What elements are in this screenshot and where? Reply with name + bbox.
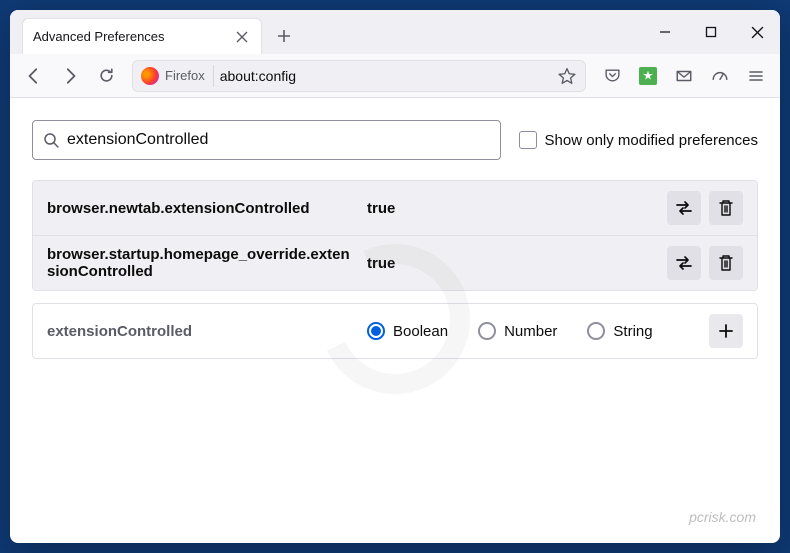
back-button[interactable] — [18, 60, 50, 92]
delete-button[interactable] — [709, 191, 743, 225]
inbox-icon[interactable] — [668, 60, 700, 92]
checkbox-icon — [519, 131, 537, 149]
radio-number[interactable]: Number — [478, 322, 557, 340]
new-pref-name: extensionControlled — [47, 323, 357, 340]
radio-label: Number — [504, 323, 557, 340]
pref-table: browser.newtab.extensionControlled true … — [32, 180, 758, 291]
close-tab-icon[interactable] — [233, 28, 251, 46]
identity-label: Firefox — [165, 68, 205, 83]
about-config-content: Show only modified preferences browser.n… — [10, 98, 780, 543]
tab-title: Advanced Preferences — [33, 29, 225, 44]
bookmark-star-icon[interactable] — [553, 62, 581, 90]
new-pref-row: extensionControlled Boolean Number Strin… — [33, 304, 757, 358]
pref-name: browser.newtab.extensionControlled — [47, 200, 357, 217]
pref-value: true — [367, 200, 657, 217]
dashboard-icon[interactable] — [704, 60, 736, 92]
minimize-button[interactable] — [642, 10, 688, 54]
radio-label: String — [613, 323, 652, 340]
nav-toolbar: Firefox about:config — [10, 54, 780, 98]
firefox-logo-icon — [141, 67, 159, 85]
new-tab-button[interactable] — [268, 20, 300, 52]
add-button[interactable] — [709, 314, 743, 348]
pref-actions — [667, 246, 743, 280]
identity-box[interactable]: Firefox — [137, 65, 214, 87]
radio-string[interactable]: String — [587, 322, 652, 340]
url-bar[interactable]: Firefox about:config — [132, 60, 586, 92]
delete-button[interactable] — [709, 246, 743, 280]
radio-icon — [478, 322, 496, 340]
radio-boolean[interactable]: Boolean — [367, 322, 448, 340]
reload-button[interactable] — [90, 60, 122, 92]
search-icon — [43, 132, 59, 148]
pref-actions — [709, 314, 743, 348]
pref-search-input[interactable] — [67, 131, 490, 149]
pref-actions — [667, 191, 743, 225]
close-window-button[interactable] — [734, 10, 780, 54]
pref-row[interactable]: browser.startup.homepage_override.extens… — [33, 236, 757, 290]
app-menu-button[interactable] — [740, 60, 772, 92]
browser-window: Advanced Preferences — [10, 10, 780, 543]
url-text: about:config — [220, 68, 547, 84]
window-controls — [642, 10, 780, 54]
search-row: Show only modified preferences — [32, 120, 758, 160]
toggle-button[interactable] — [667, 191, 701, 225]
radio-label: Boolean — [393, 323, 448, 340]
show-modified-checkbox[interactable]: Show only modified preferences — [519, 131, 758, 149]
extension-icon[interactable] — [632, 60, 664, 92]
radio-icon — [587, 322, 605, 340]
maximize-button[interactable] — [688, 10, 734, 54]
pref-search-box[interactable] — [32, 120, 501, 160]
pref-value: true — [367, 255, 657, 272]
radio-icon — [367, 322, 385, 340]
pref-row[interactable]: browser.newtab.extensionControlled true — [33, 181, 757, 236]
show-modified-label: Show only modified preferences — [545, 132, 758, 149]
type-radio-group: Boolean Number String — [367, 322, 699, 340]
tab-advanced-preferences[interactable]: Advanced Preferences — [22, 18, 262, 54]
new-pref-table: extensionControlled Boolean Number Strin… — [32, 303, 758, 359]
tab-bar: Advanced Preferences — [10, 10, 780, 54]
toggle-button[interactable] — [667, 246, 701, 280]
pocket-icon[interactable] — [596, 60, 628, 92]
forward-button[interactable] — [54, 60, 86, 92]
pref-name: browser.startup.homepage_override.extens… — [47, 246, 357, 280]
